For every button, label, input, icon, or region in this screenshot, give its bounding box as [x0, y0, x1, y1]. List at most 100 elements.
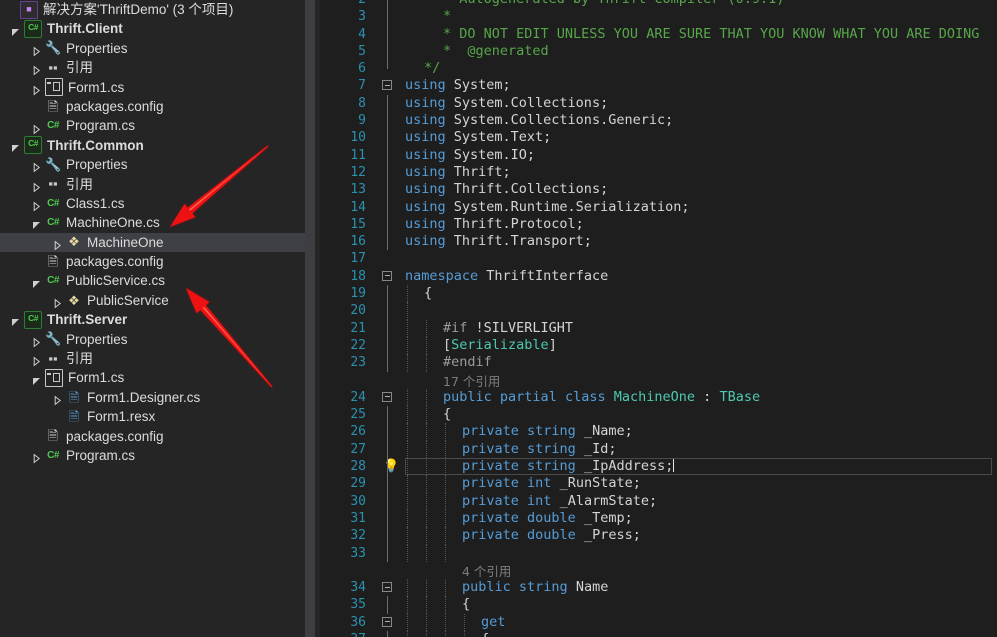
tree-node[interactable]: C# Program.cs [0, 116, 305, 135]
expander-closed-icon[interactable] [31, 334, 42, 348]
expander-closed-icon[interactable] [31, 159, 42, 173]
code-line[interactable]: 36 get [320, 613, 997, 631]
code-line[interactable]: 35 { [320, 596, 997, 614]
code-line[interactable]: 18 namespace ThriftInterface [320, 268, 997, 285]
code-line[interactable]: 7 using System; [320, 77, 997, 94]
tree-node[interactable]: ❖ MachineOne [0, 232, 305, 253]
tree-node[interactable]: 🗎 Form1.Designer.cs [0, 388, 305, 407]
tree-node[interactable]: C# Thrift.Common [0, 136, 305, 155]
code-line[interactable]: 5 * @generated [320, 42, 997, 61]
indent-guide [426, 596, 428, 614]
code-line[interactable]: 16 using Thrift.Transport; [320, 233, 997, 251]
code-line[interactable]: 17 [320, 250, 997, 267]
solution-explorer-panel[interactable]: ■ 解决方案'ThriftDemo' (3 个项目) C# Thrift.Client… [0, 0, 305, 637]
fold-collapse-icon[interactable] [382, 77, 394, 94]
code-line[interactable]: 23 #endif [320, 354, 997, 372]
reference-count-annotation[interactable]: 17 个引用 [443, 373, 500, 390]
expander-closed-icon[interactable] [31, 353, 42, 367]
code-line[interactable]: 3 * [320, 8, 997, 26]
code-line[interactable]: 10 using System.Text; [320, 129, 997, 147]
code-line[interactable]: 19 { [320, 285, 997, 303]
code-line[interactable]: 13 using Thrift.Collections; [320, 181, 997, 199]
code-editor-surface[interactable]: 2 * Autogenerated by Thrift Compiler (0.9… [320, 0, 997, 637]
expander-open-icon[interactable] [31, 276, 42, 288]
code-line[interactable]: 28 💡 private string _IpAddress; [320, 458, 997, 476]
code-line[interactable]: 26 private string _Name; [320, 423, 997, 441]
expander-open-icon[interactable] [10, 140, 21, 152]
code-line[interactable]: 20 [320, 302, 997, 320]
tree-node[interactable]: C# MachineOne.cs [0, 213, 305, 232]
tree-node[interactable]: 🗎 packages.config [0, 252, 305, 271]
tree-node[interactable]: Form1.cs [0, 368, 305, 388]
code-line[interactable]: 2 * Autogenerated by Thrift Compiler (0.9… [320, 0, 997, 9]
code-line[interactable]: 25 { [320, 406, 997, 424]
tree-node[interactable]: C# Class1.cs [0, 194, 305, 213]
tree-node[interactable]: ❖ PublicService [0, 291, 305, 310]
tree-node[interactable]: 🔧 Properties [0, 155, 305, 174]
code-lines-container[interactable]: 2 * Autogenerated by Thrift Compiler (0.9… [320, 0, 997, 637]
code-line[interactable]: 21 #if !SILVERLIGHT [320, 319, 997, 337]
expander-closed-icon[interactable] [31, 62, 42, 76]
tree-node[interactable]: ▪▪ 引用 [0, 349, 305, 368]
code-line[interactable]: 27 private string _Id; [320, 440, 997, 459]
reference-count-annotation[interactable]: 4 个引用 [462, 563, 511, 580]
tree-node[interactable]: C# Thrift.Server [0, 310, 305, 329]
expander-closed-icon[interactable] [31, 121, 42, 134]
tree-node[interactable]: ▪▪ 引用 [0, 58, 305, 77]
code-line[interactable]: 37 { [320, 630, 997, 637]
tree-node[interactable]: C# PublicService.cs [0, 271, 305, 290]
code-line[interactable]: 6 */ [320, 60, 997, 77]
tree-node-label: Thrift.Server [47, 312, 128, 328]
code-text: * [443, 8, 452, 25]
tree-node[interactable]: 🗎 packages.config [0, 427, 305, 446]
expander-open-icon[interactable] [31, 217, 42, 230]
expander-placeholder [6, 4, 17, 15]
tree-node[interactable]: 🔧 Properties [0, 39, 305, 58]
indent-guide [426, 440, 428, 459]
code-line[interactable]: 24 public partial class MachineOne : TBas… [320, 388, 997, 407]
expander-closed-icon[interactable] [31, 450, 42, 464]
code-line[interactable]: 30 private int _AlarmState; [320, 492, 997, 510]
code-line[interactable]: 11 using System.IO; [320, 146, 997, 164]
tree-node[interactable]: C# Thrift.Client [0, 19, 305, 39]
tree-node[interactable]: 🗎 packages.config [0, 97, 305, 116]
fold-collapse-icon[interactable] [382, 614, 394, 631]
code-line[interactable]: 8 using System.Collections; [320, 94, 997, 113]
fold-collapse-icon[interactable] [382, 579, 394, 596]
code-line[interactable]: 31 private double _Temp; [320, 509, 997, 528]
fold-collapse-icon[interactable] [382, 389, 394, 406]
expander-closed-icon[interactable] [52, 295, 63, 309]
code-line[interactable]: 12 using Thrift; [320, 163, 997, 182]
expander-open-icon[interactable] [31, 373, 42, 385]
code-line[interactable]: 34 public string Name [320, 579, 997, 597]
expander-closed-icon[interactable] [52, 237, 63, 251]
tree-node[interactable]: ▪▪ 引用 [0, 175, 305, 194]
code-line[interactable]: 32 private double _Press; [320, 527, 997, 545]
fold-collapse-icon[interactable] [382, 268, 394, 285]
tree-node[interactable]: Form1.cs [0, 78, 305, 97]
tree-node[interactable]: C# Program.cs [0, 446, 305, 465]
expander-closed-icon[interactable] [31, 43, 42, 57]
code-line[interactable]: 15 using Thrift.Protocol; [320, 215, 997, 234]
expander-open-icon[interactable] [10, 314, 21, 327]
solution-explorer-scrollbar-track[interactable] [305, 0, 619, 637]
code-line[interactable]: 14 using System.Runtime.Serialization; [320, 198, 997, 216]
solution-root-node[interactable]: ■ 解决方案'ThriftDemo' (3 个项目) [0, 0, 305, 19]
expander-open-icon[interactable] [10, 24, 21, 36]
code-line[interactable]: 9 using System.Collections.Generic; [320, 112, 997, 130]
expander-closed-icon[interactable] [52, 392, 63, 406]
code-line[interactable]: 29 private int _RunState; [320, 475, 997, 493]
expander-closed-icon[interactable] [31, 82, 42, 96]
code-text: * DO NOT EDIT UNLESS YOU ARE SURE THAT Y… [443, 25, 980, 42]
expander-closed-icon[interactable] [31, 198, 42, 212]
solution-tree[interactable]: ■ 解决方案'ThriftDemo' (3 个项目) C# Thrift.Client… [0, 0, 305, 465]
code-line[interactable]: 4 * DO NOT EDIT UNLESS YOU ARE SURE THAT … [320, 25, 997, 43]
tree-node[interactable]: 🗎 Form1.resx [0, 407, 305, 426]
code-line[interactable]: 33 [320, 544, 997, 562]
expander-closed-icon[interactable] [31, 179, 42, 193]
code-line[interactable]: 22 [Serializable] [320, 336, 997, 355]
class-icon: ❖ [68, 234, 80, 250]
code-text: private string _Id; [462, 440, 617, 457]
tree-node[interactable]: 🔧 Properties [0, 330, 305, 349]
